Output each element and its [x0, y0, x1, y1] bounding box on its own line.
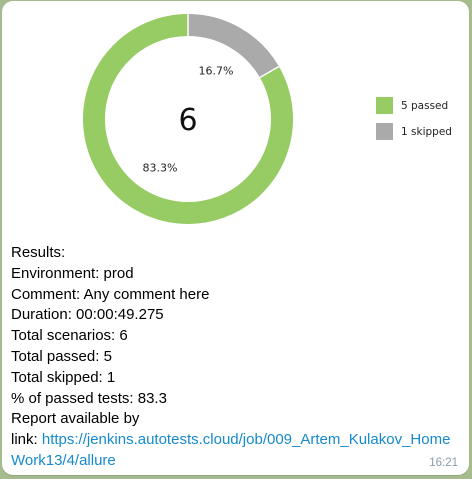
environment-label: Environment:: [11, 264, 100, 282]
donut-chart: 16.7% 83.3% 6 5 passed 1 skipped: [2, 1, 469, 237]
total-scenarios-value: 6: [119, 327, 128, 345]
duration-value: 00:00:49.275: [76, 306, 164, 324]
total-passed-value: 5: [103, 347, 112, 365]
total-skipped-line: Total skipped: 1: [11, 368, 463, 389]
legend-label-skipped: 1 skipped: [401, 126, 452, 138]
total-skipped-label: Total skipped:: [11, 368, 103, 386]
comment-label: Comment:: [11, 285, 81, 303]
message-timestamp: 16:21: [429, 457, 458, 469]
total-scenarios-line: Total scenarios: 6: [11, 326, 463, 347]
legend-swatch-passed: [376, 97, 393, 114]
comment-value: Any comment here: [83, 285, 210, 303]
percent-passed-value: 83.3: [137, 389, 167, 407]
legend-label-passed: 5 passed: [401, 100, 448, 112]
total-scenarios-label: Total scenarios:: [11, 327, 116, 345]
report-link-line: link: https://jenkins.autotests.cloud/jo…: [11, 430, 463, 472]
total-passed-label: Total passed:: [11, 347, 100, 365]
total-passed-line: Total passed: 5: [11, 347, 463, 368]
percent-passed-line: % of passed tests: 83.3: [11, 389, 463, 410]
slice-skipped-percent-label: 16.7%: [199, 65, 234, 78]
environment-line: Environment: prod: [11, 264, 463, 285]
total-skipped-value: 1: [106, 368, 116, 386]
environment-value: prod: [103, 264, 134, 282]
duration-label: Duration:: [11, 306, 72, 324]
comment-line: Comment: Any comment here: [11, 285, 463, 306]
message-text: Results: Environment: prod Comment: Any …: [11, 243, 463, 472]
chart-center-label: 6: [178, 103, 197, 138]
report-link-label: link:: [11, 431, 38, 449]
legend-swatch-skipped: [376, 123, 393, 140]
message-bubble: 16.7% 83.3% 6 5 passed 1 skipped Results: En…: [2, 1, 469, 475]
report-link[interactable]: https://jenkins.autotests.cloud/job/009_…: [11, 431, 450, 469]
report-label-line: Report available by: [11, 410, 140, 428]
results-heading: Results:: [11, 244, 66, 261]
slice-passed-percent-label: 83.3%: [143, 161, 178, 174]
chart-svg: 16.7% 83.3% 6 5 passed 1 skipped: [83, 14, 452, 224]
percent-passed-label: % of passed tests:: [11, 389, 134, 407]
duration-line: Duration: 00:00:49.275: [11, 305, 463, 326]
